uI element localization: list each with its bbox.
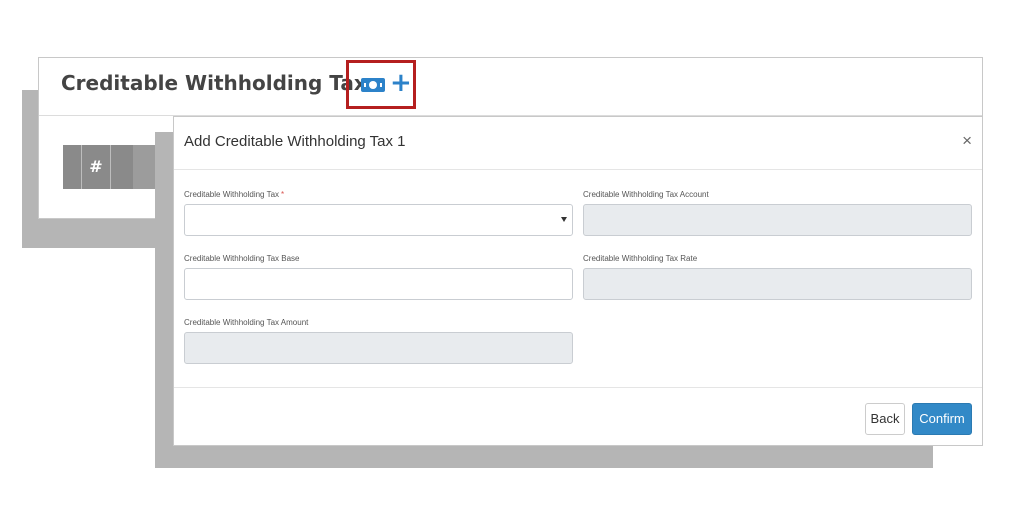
plus-icon[interactable]: + [390,70,412,96]
page-title: Creditable Withholding Tax [61,71,367,95]
cwt-select[interactable] [184,204,573,236]
cwt-base-input[interactable] [184,268,573,300]
add-tax-highlight: + [346,60,416,109]
caret-down-icon [561,217,567,222]
back-button[interactable]: Back [865,403,905,435]
cwt-rate-field [583,268,972,300]
close-icon[interactable]: × [962,131,972,151]
cwt-account-label: Creditable Withholding Tax Account [583,190,709,199]
modal-footer: Back Confirm [174,387,982,448]
confirm-button[interactable]: Confirm [912,403,972,435]
modal-title: Add Creditable Withholding Tax 1 [184,133,406,150]
page-header: Creditable Withholding Tax + [39,58,982,116]
table-header-number: # [81,145,111,189]
cwt-amount-label: Creditable Withholding Tax Amount [184,318,309,327]
cwt-base-label: Creditable Withholding Tax Base [184,254,300,263]
cwt-label: Creditable Withholding Tax * [184,190,284,199]
cwt-amount-field [184,332,573,364]
cwt-label-text: Creditable Withholding Tax [184,190,280,199]
cwt-account-field [583,204,972,236]
cwt-rate-label: Creditable Withholding Tax Rate [583,254,698,263]
required-mark: * [281,190,285,199]
add-cwt-modal: Add Creditable Withholding Tax 1 × Credi… [173,116,983,446]
money-icon[interactable] [361,78,385,92]
modal-header: Add Creditable Withholding Tax 1 × [174,117,982,170]
